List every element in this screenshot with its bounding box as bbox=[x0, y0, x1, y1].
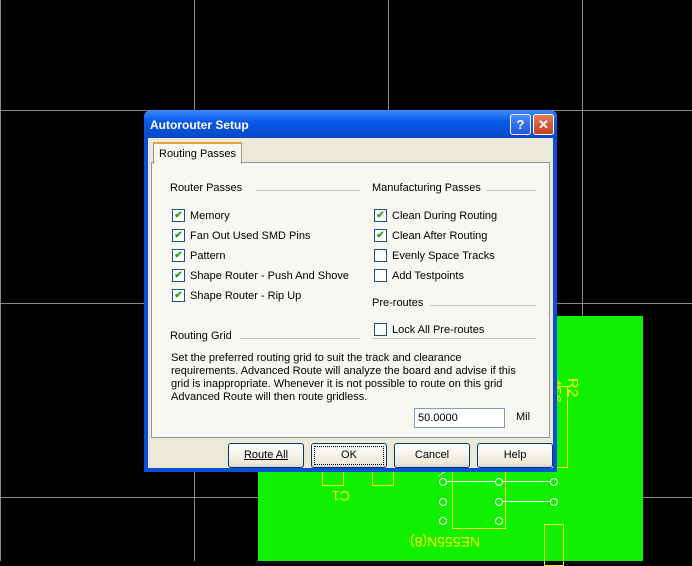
cancel-button[interactable]: Cancel bbox=[394, 443, 470, 468]
trace bbox=[502, 501, 550, 502]
tab-routing-passes[interactable]: Routing Passes bbox=[153, 142, 243, 164]
checkbox[interactable]: ✔ bbox=[172, 289, 185, 302]
divider bbox=[430, 305, 536, 306]
dialog-client: Router Passes ✔ Memory ✔ Fan Out Used SMD P… bbox=[148, 138, 553, 468]
route-all-label: Route All bbox=[243, 449, 289, 461]
checkbox-label: Lock All Pre-routes bbox=[392, 324, 485, 336]
router-passes-heading: Router Passes bbox=[170, 182, 243, 194]
dialog-titlebar[interactable]: Autorouter Setup ? ✕ bbox=[144, 110, 557, 138]
routing-grid-heading: Routing Grid bbox=[170, 330, 232, 342]
checkbox[interactable] bbox=[374, 323, 387, 336]
checkbox[interactable] bbox=[374, 249, 387, 262]
routing-grid-input[interactable]: 50.0000 bbox=[414, 408, 505, 428]
checkbox-label: Clean After Routing bbox=[392, 230, 488, 242]
checkbox[interactable]: ✔ bbox=[172, 269, 185, 282]
pad bbox=[439, 478, 447, 486]
silkscreen-outline bbox=[372, 470, 394, 486]
pad bbox=[495, 517, 503, 525]
route-all-button[interactable]: Route All bbox=[228, 443, 304, 468]
divider bbox=[240, 338, 360, 339]
checkbox-label: Clean During Routing bbox=[392, 210, 498, 222]
checkbox-label: Shape Router - Push And Shove bbox=[190, 270, 349, 282]
preroutes-heading: Pre-routes bbox=[372, 297, 424, 309]
divider bbox=[486, 190, 536, 191]
trace bbox=[502, 481, 550, 482]
checkbox[interactable] bbox=[374, 269, 387, 282]
checkbox-label: Fan Out Used SMD Pins bbox=[190, 230, 311, 242]
checkbox-label: Shape Router - Rip Up bbox=[190, 290, 302, 302]
silkscreen-outline bbox=[322, 470, 344, 486]
checkbox[interactable]: ✔ bbox=[374, 229, 387, 242]
checkbox-label: Pattern bbox=[190, 250, 226, 262]
checkbox-label: Evenly Space Tracks bbox=[392, 250, 495, 262]
pad bbox=[439, 517, 447, 525]
ok-button[interactable]: OK bbox=[311, 443, 387, 468]
routing-grid-description: Set the preferred routing grid to suit t… bbox=[171, 352, 516, 403]
silkscreen-outline bbox=[544, 524, 564, 566]
close-icon[interactable]: ✕ bbox=[533, 114, 554, 135]
pad bbox=[495, 498, 503, 506]
checkbox[interactable]: ✔ bbox=[172, 209, 185, 222]
checkbox-label: Memory bbox=[190, 210, 230, 222]
c1-label: C1 bbox=[332, 488, 350, 504]
pad bbox=[495, 478, 503, 486]
manufacturing-passes-heading: Manufacturing Passes bbox=[372, 182, 481, 194]
trace bbox=[446, 481, 496, 482]
dialog-title: Autorouter Setup bbox=[150, 118, 249, 132]
checkbox[interactable]: ✔ bbox=[374, 209, 387, 222]
ic-label: NE555N(8) bbox=[410, 534, 481, 550]
help-icon[interactable]: ? bbox=[510, 114, 531, 135]
divider bbox=[372, 338, 536, 339]
checkbox[interactable]: ✔ bbox=[172, 249, 185, 262]
divider bbox=[256, 190, 360, 191]
checkbox[interactable]: ✔ bbox=[172, 229, 185, 242]
checkbox-label: Add Testpoints bbox=[392, 270, 464, 282]
pad bbox=[550, 498, 558, 506]
routing-grid-unit: Mil bbox=[516, 411, 531, 423]
grid-line bbox=[0, 0, 1, 561]
pad bbox=[439, 498, 447, 506]
autorouter-setup-dialog: Autorouter Setup ? ✕ Router Passes ✔ Memo… bbox=[144, 110, 557, 472]
help-button[interactable]: Help bbox=[477, 443, 553, 468]
pad bbox=[550, 478, 558, 486]
